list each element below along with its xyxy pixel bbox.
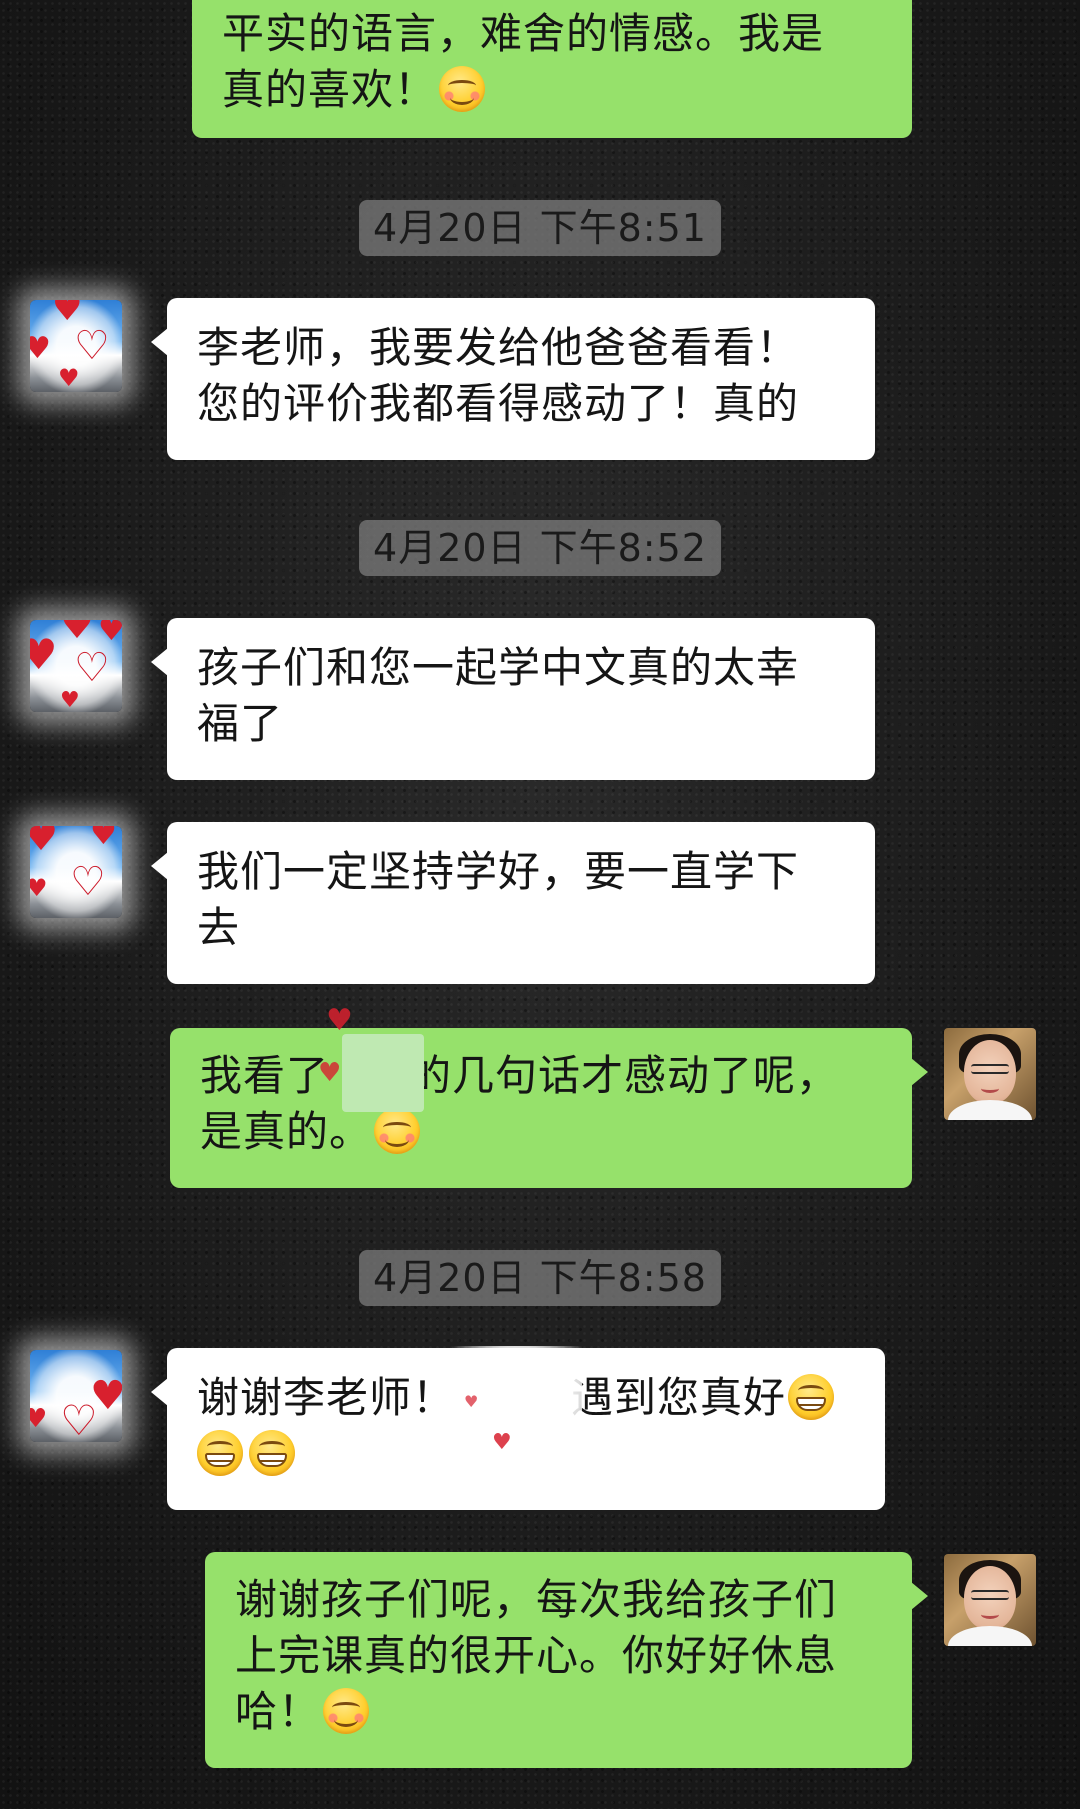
heart-icon: ♥ — [58, 364, 80, 392]
message-text-line: 去 — [197, 903, 241, 952]
glasses-icon — [971, 1590, 1009, 1600]
message-text-line: 真的喜欢！ — [222, 65, 438, 114]
contact-avatar[interactable]: ♥ ♥ ♥ ♡ ♥ — [30, 620, 122, 712]
message-text-line: 上完课真的很开心。你好好休息 — [235, 1631, 838, 1680]
heart-icon: ♥ — [30, 630, 58, 679]
heart-icon: ♡ — [70, 859, 106, 905]
incoming-message-bubble[interactable]: 李老师，我要发给他爸爸看看！ 您的评价我都看得感动了！真的 — [151, 298, 875, 460]
message-timestamp: 4月20日 下午8:52 — [359, 520, 721, 576]
teacher-avatar[interactable] — [944, 1554, 1036, 1646]
heart-icon: ♥ — [326, 1003, 353, 1038]
grinning-face-emoji-icon — [788, 1374, 835, 1420]
heart-icon: ♡ — [74, 645, 110, 691]
glasses-icon — [971, 1064, 1009, 1074]
heart-icon: ♥ — [318, 1058, 342, 1088]
message-text-line: 李老师，我要发给他爸爸看看！ — [197, 323, 800, 372]
contact-avatar[interactable]: ♥ ♥ ♡ ♥ — [30, 826, 122, 918]
outgoing-message-bubble[interactable]: 我看了 的几句话才感动了呢， 是真的。 — [170, 1028, 928, 1188]
heart-icon: ♡ — [60, 1396, 98, 1442]
message-text-line: 谢谢孩子们呢，每次我给孩子们 — [235, 1575, 838, 1624]
heart-icon: ♥ — [30, 331, 51, 366]
heart-icon: ♥ — [90, 826, 117, 852]
grinning-face-emoji-icon — [197, 1430, 243, 1476]
heart-icon: ♥ — [30, 874, 48, 902]
message-text-line: 您的评价我都看得感动了！真的 — [197, 379, 800, 428]
outgoing-message-bubble[interactable]: 谢谢孩子们呢，每次我给孩子们 上完课真的很开心。你好好休息 哈！ — [205, 1552, 928, 1768]
message-text-line: 福了 — [197, 699, 284, 748]
contact-avatar[interactable]: ♥ ♡ ♥ — [30, 1350, 122, 1442]
heart-icon: ♥ — [30, 1404, 48, 1434]
incoming-message-bubble[interactable]: 孩子们和您一起学中文真的太幸 福了 — [151, 618, 875, 780]
heart-icon: ♥ — [30, 826, 59, 859]
heart-icon: ♥ — [464, 1392, 479, 1411]
smiling-face-emoji-icon — [374, 1108, 421, 1154]
message-timestamp: 4月20日 下午8:58 — [359, 1250, 721, 1306]
teacher-avatar[interactable] — [944, 1028, 1036, 1120]
outgoing-message-bubble[interactable]: 平实的语言，难舍的情感。我是 真的喜欢！ — [192, 0, 912, 138]
smiling-face-emoji-icon — [323, 1688, 370, 1734]
grinning-face-emoji-icon — [249, 1430, 295, 1476]
message-text-segment: 我看了 — [200, 1051, 330, 1100]
message-text-segment: 遇到您真好 — [571, 1373, 787, 1422]
incoming-message-bubble[interactable]: 我们一定坚持学好，要一直学下 去 — [151, 822, 875, 984]
message-text-segment: 是真的。 — [200, 1107, 373, 1156]
message-timestamp: 4月20日 下午8:51 — [359, 200, 721, 256]
redaction-patch — [342, 1034, 424, 1112]
message-text-line: 哈！ — [235, 1687, 322, 1736]
message-text-segment: 谢谢李老师！ — [197, 1373, 456, 1422]
heart-icon: ♥ — [60, 688, 80, 712]
message-text-line: 孩子们和您一起学中文真的太幸 — [197, 643, 800, 692]
smiling-face-emoji-icon — [439, 66, 486, 112]
message-text-segment: 的几句话才感动了呢， — [409, 1051, 840, 1100]
contact-avatar[interactable]: ♥ ♡ ♥ ♥ — [30, 300, 122, 392]
heart-icon: ♡ — [74, 323, 110, 369]
heart-icon: ♥ — [492, 1430, 512, 1455]
heart-icon: ♥ — [98, 620, 122, 648]
message-text-line: 我们一定坚持学好，要一直学下 — [197, 847, 800, 896]
heart-icon: ♥ — [60, 620, 95, 647]
message-text-line: 平实的语言，难舍的情感。我是 — [222, 9, 825, 58]
